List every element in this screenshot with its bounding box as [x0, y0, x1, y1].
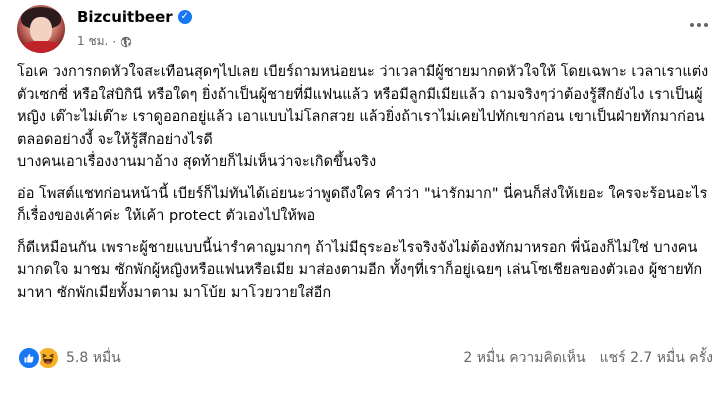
post-time[interactable]: 1 ชม.: [77, 32, 108, 51]
post-header: Bizcuitbeer ✓ 1 ชม. ·: [17, 5, 713, 55]
globe-icon[interactable]: [120, 36, 132, 48]
shares-count[interactable]: แชร์ 2.7 หมื่น ครั้ง: [600, 347, 713, 369]
name-row: Bizcuitbeer ✓: [77, 8, 192, 26]
verified-badge-icon: ✓: [177, 10, 192, 24]
reaction-icons: [17, 346, 60, 370]
reactions-count: 5.8 หมื่น: [66, 350, 121, 366]
page-name[interactable]: Bizcuitbeer: [77, 8, 173, 26]
reactions-summary[interactable]: 5.8 หมื่น: [17, 346, 121, 370]
post-paragraph-3: ก็ดีเหมือนกัน เพราะผู้ชายแบบนี้น่ารำคาญม…: [17, 239, 703, 301]
more-options-icon[interactable]: [685, 15, 713, 35]
facebook-post: Bizcuitbeer ✓ 1 ชม. · โอเค วงการกดหัวใจส…: [0, 0, 725, 405]
post-paragraph-2: อ่อ โพสต์แชทก่อนหน้านี้ เบียร์ก็ไม่ทันได…: [17, 185, 708, 225]
meta-separator: ·: [112, 34, 117, 49]
post-paragraph-1: โอเค วงการกดหัวใจสะเทือนสุดๆไปเลย เบียร์…: [17, 64, 709, 170]
post-body: โอเค วงการกดหัวใจสะเทือนสุดๆไปเลย เบียร์…: [17, 61, 711, 313]
like-reaction-icon: [17, 346, 41, 370]
avatar[interactable]: [17, 5, 65, 53]
comments-count[interactable]: 2 หมื่น ความคิดเห็น: [463, 347, 585, 369]
post-meta: 1 ชม. ·: [77, 32, 132, 51]
engagement-stats: 2 หมื่น ความคิดเห็น แชร์ 2.7 หมื่น ครั้ง: [463, 347, 713, 369]
post-stats: 5.8 หมื่น 2 หมื่น ความคิดเห็น แชร์ 2.7 ห…: [17, 344, 713, 372]
